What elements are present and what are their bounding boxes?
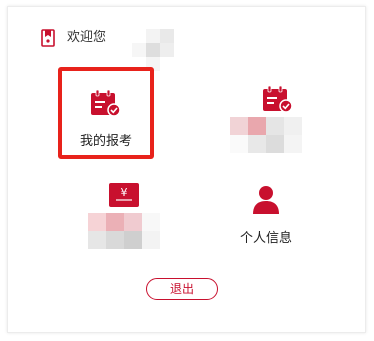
tile-label: 我的报考 (79, 134, 132, 149)
svg-text:¥: ¥ (121, 186, 128, 199)
calendar-check-icon (263, 85, 293, 113)
yuan-ticket-icon: ¥ (109, 183, 139, 207)
welcome-text: 欢迎您 (67, 30, 107, 45)
bookmark-icon (41, 29, 55, 47)
user-icon (253, 186, 279, 214)
tile-personal-info[interactable]: 个人信息 (218, 179, 314, 271)
tile-payment[interactable]: ¥ (76, 179, 172, 271)
tile-my-exams[interactable]: 我的报考 (58, 67, 154, 159)
calendar-check-icon (91, 89, 121, 117)
tile-exam-schedule[interactable] (230, 67, 326, 159)
portal-card: 欢迎您 我的报考 ¥ 个人信息 退出 (7, 6, 366, 333)
tile-label: 个人信息 (239, 231, 292, 246)
redacted-label (230, 117, 302, 153)
redacted-label (88, 213, 160, 249)
logout-button[interactable]: 退出 (146, 278, 218, 300)
